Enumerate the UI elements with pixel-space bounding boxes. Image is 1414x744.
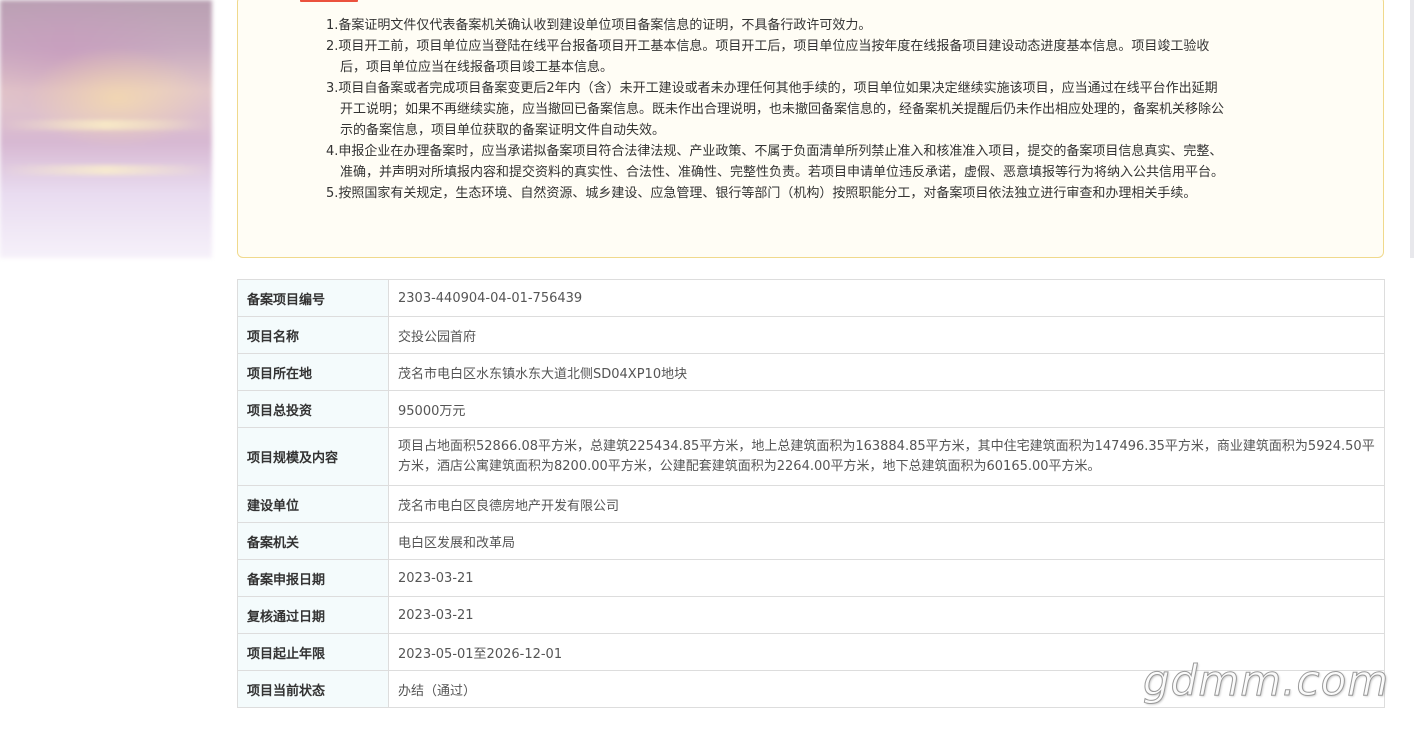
row-label-project-name: 项目名称 — [237, 316, 389, 354]
row-value-current-status: 办结（通过） — [388, 670, 1385, 708]
table-row: 项目规模及内容 项目占地面积52866.08平方米，总建筑225434.85平方… — [237, 427, 1385, 486]
banner-light-stripe — [0, 120, 212, 130]
notice-box: 1.备案证明文件仅代表备案机关确认收到建设单位项目备案信息的证明，不具备行政许可… — [237, 0, 1384, 258]
row-value-filing-authority: 电白区发展和改革局 — [388, 522, 1385, 560]
row-value-application-date: 2023-03-21 — [388, 559, 1385, 597]
row-label-total-investment: 项目总投资 — [237, 390, 389, 428]
row-label-filing-authority: 备案机关 — [237, 522, 389, 560]
row-label-scale-content: 项目规模及内容 — [237, 427, 389, 486]
row-label-review-date: 复核通过日期 — [237, 596, 389, 634]
scroll-edge — [1410, 0, 1414, 258]
side-banner-image — [0, 0, 212, 258]
row-label-current-status: 项目当前状态 — [237, 670, 389, 708]
table-row: 复核通过日期 2023-03-21 — [237, 596, 1385, 634]
table-row: 项目名称 交投公园首府 — [237, 316, 1385, 354]
table-row: 建设单位 茂名市电白区良德房地产开发有限公司 — [237, 485, 1385, 523]
notice-item-1: 1.备案证明文件仅代表备案机关确认收到建设单位项目备案信息的证明，不具备行政许可… — [326, 18, 872, 33]
table-row: 项目总投资 95000万元 — [237, 390, 1385, 428]
row-label-builder: 建设单位 — [237, 485, 389, 523]
table-row: 备案项目编号 2303-440904-04-01-756439 — [237, 279, 1385, 317]
row-value-builder: 茂名市电白区良德房地产开发有限公司 — [388, 485, 1385, 523]
row-label-application-date: 备案申报日期 — [237, 559, 389, 597]
row-label-project-period: 项目起止年限 — [237, 633, 389, 671]
table-row: 项目所在地 茂名市电白区水东镇水东大道北侧SD04XP10地块 — [237, 353, 1385, 391]
notice-title-cropped — [300, 0, 358, 2]
notice-list: 1.备案证明文件仅代表备案机关确认收到建设单位项目备案信息的证明，不具备行政许可… — [326, 15, 1226, 204]
project-info-table-wrap: 备案项目编号 2303-440904-04-01-756439 项目名称 交投公… — [237, 279, 1385, 708]
row-value-project-period: 2023-05-01至2026-12-01 — [388, 633, 1385, 671]
notice-item-5: 5.按照国家有关规定，生态环境、自然资源、城乡建设、应急管理、银行等部门（机构）… — [326, 186, 1197, 201]
row-value-scale-content: 项目占地面积52866.08平方米，总建筑225434.85平方米，地上总建筑面… — [388, 427, 1385, 486]
notice-item-2: 2.项目开工前，项目单位应当登陆在线平台报备项目开工基本信息。项目开工后，项目单… — [326, 39, 1210, 75]
row-label-location: 项目所在地 — [237, 353, 389, 391]
project-info-table: 备案项目编号 2303-440904-04-01-756439 项目名称 交投公… — [237, 279, 1385, 708]
row-value-filing-number: 2303-440904-04-01-756439 — [388, 279, 1385, 317]
row-value-location: 茂名市电白区水东镇水东大道北侧SD04XP10地块 — [388, 353, 1385, 391]
row-value-review-date: 2023-03-21 — [388, 596, 1385, 634]
table-row: 项目起止年限 2023-05-01至2026-12-01 — [237, 633, 1385, 671]
banner-light-stripe — [0, 165, 212, 175]
notice-item-4: 4.申报企业在办理备案时，应当承诺拟备案项目符合法律法规、产业政策、不属于负面清… — [326, 144, 1225, 180]
row-label-filing-number: 备案项目编号 — [237, 279, 389, 317]
table-row: 备案机关 电白区发展和改革局 — [237, 522, 1385, 560]
page: 1.备案证明文件仅代表备案机关确认收到建设单位项目备案信息的证明，不具备行政许可… — [0, 0, 1414, 744]
row-value-project-name: 交投公园首府 — [388, 316, 1385, 354]
table-row: 备案申报日期 2023-03-21 — [237, 559, 1385, 597]
table-row: 项目当前状态 办结（通过） — [237, 670, 1385, 708]
row-value-total-investment: 95000万元 — [388, 390, 1385, 428]
notice-item-3: 3.项目自备案或者完成项目备案变更后2年内（含）未开工建设或者未办理任何其他手续… — [326, 81, 1225, 138]
